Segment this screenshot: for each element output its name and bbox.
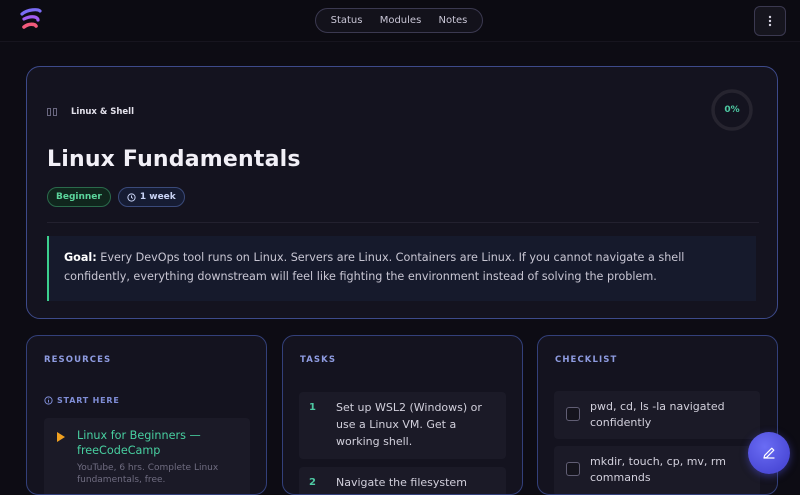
task-text-line: use a Linux VM. Get a bbox=[336, 418, 457, 431]
resource-title-line: Linux for Beginners — bbox=[77, 429, 201, 442]
task-item[interactable]: 1 Set up WSL2 (Windows) or use a Linux V… bbox=[299, 392, 506, 459]
info-icon bbox=[44, 396, 53, 405]
level-badge: Beginner bbox=[47, 187, 111, 207]
checklist-text: pwd, cd, ls -la navigated confidently bbox=[590, 399, 725, 431]
nav-link-modules[interactable]: Modules bbox=[380, 15, 422, 26]
nav-link-notes[interactable]: Notes bbox=[439, 15, 468, 26]
resource-desc-line: YouTube, 6 hrs. Complete Linux bbox=[77, 463, 219, 473]
resource-desc-line: fundamentals, free. bbox=[77, 475, 166, 485]
task-item[interactable]: 2 Navigate the filesystem bbox=[299, 467, 506, 494]
resource-item[interactable]: Linux for Beginners — freeCodeCamp YouTu… bbox=[44, 418, 250, 494]
resources-heading: RESOURCES bbox=[44, 355, 112, 365]
top-bar: Status Modules Notes bbox=[0, 0, 800, 42]
checklist-checkbox[interactable] bbox=[566, 462, 580, 476]
checklist-text: mkdir, touch, cp, mv, rm commands bbox=[590, 454, 726, 486]
task-text-line: Set up WSL2 (Windows) or bbox=[336, 401, 482, 414]
resource-title[interactable]: Linux for Beginners — freeCodeCamp bbox=[77, 428, 201, 458]
pencil-icon bbox=[763, 447, 775, 459]
goal-text: Every DevOps tool runs on Linux. Servers… bbox=[64, 251, 685, 283]
task-number: 1 bbox=[309, 402, 316, 413]
resources-card: RESOURCES START HERE Linux for Beginners… bbox=[26, 335, 267, 495]
edit-notes-fab[interactable] bbox=[748, 432, 790, 474]
main-nav: Status Modules Notes bbox=[315, 8, 483, 33]
checklist-text-line: mkdir, touch, cp, mv, rm bbox=[590, 455, 726, 468]
duration-badge: 1 week bbox=[117, 187, 185, 207]
task-text: Navigate the filesystem bbox=[336, 474, 501, 491]
start-here-text: START HERE bbox=[57, 396, 120, 405]
hero-divider bbox=[47, 222, 759, 223]
module-hero-card: Linux & Shell 0% Linux Fundamentals Begi… bbox=[26, 66, 778, 319]
nav-link-status[interactable]: Status bbox=[331, 15, 363, 26]
drag-handle-icon[interactable] bbox=[47, 108, 57, 116]
clock-icon bbox=[127, 192, 136, 202]
checklist-text-line: pwd, cd, ls -la navigated bbox=[590, 400, 725, 413]
resource-title-line: freeCodeCamp bbox=[77, 444, 161, 457]
duration-label: 1 week bbox=[139, 192, 176, 202]
resource-description: YouTube, 6 hrs. Complete Linux fundament… bbox=[77, 462, 218, 486]
module-category: Linux & Shell bbox=[47, 107, 134, 117]
checklist-heading: CHECKLIST bbox=[555, 355, 618, 365]
module-title: Linux Fundamentals bbox=[47, 147, 301, 172]
goal-label: Goal: bbox=[64, 251, 97, 264]
progress-percent: 0% bbox=[724, 105, 740, 115]
more-menu-button[interactable] bbox=[754, 6, 786, 36]
checklist-text-line: confidently bbox=[590, 416, 652, 429]
task-text-line: Navigate the filesystem bbox=[336, 476, 467, 489]
checklist-checkbox[interactable] bbox=[566, 407, 580, 421]
task-text: Set up WSL2 (Windows) or use a Linux VM.… bbox=[336, 399, 501, 450]
play-icon bbox=[57, 432, 65, 442]
tasks-heading: TASKS bbox=[300, 355, 337, 365]
checklist-card: CHECKLIST pwd, cd, ls -la navigated conf… bbox=[537, 335, 778, 495]
task-text-line: working shell. bbox=[336, 435, 413, 448]
checklist-item[interactable]: pwd, cd, ls -la navigated confidently bbox=[554, 391, 760, 439]
tasks-card: TASKS 1 Set up WSL2 (Windows) or use a L… bbox=[282, 335, 523, 495]
app-logo-icon[interactable] bbox=[16, 6, 46, 34]
vertical-ellipsis-icon bbox=[768, 15, 772, 27]
category-label: Linux & Shell bbox=[71, 107, 135, 117]
task-number: 2 bbox=[309, 477, 316, 488]
module-tags: Beginner 1 week bbox=[47, 187, 185, 207]
start-here-label: START HERE bbox=[44, 396, 120, 405]
goal-callout: Goal: Every DevOps tool runs on Linux. S… bbox=[47, 236, 756, 301]
checklist-item[interactable]: mkdir, touch, cp, mv, rm commands bbox=[554, 446, 760, 494]
